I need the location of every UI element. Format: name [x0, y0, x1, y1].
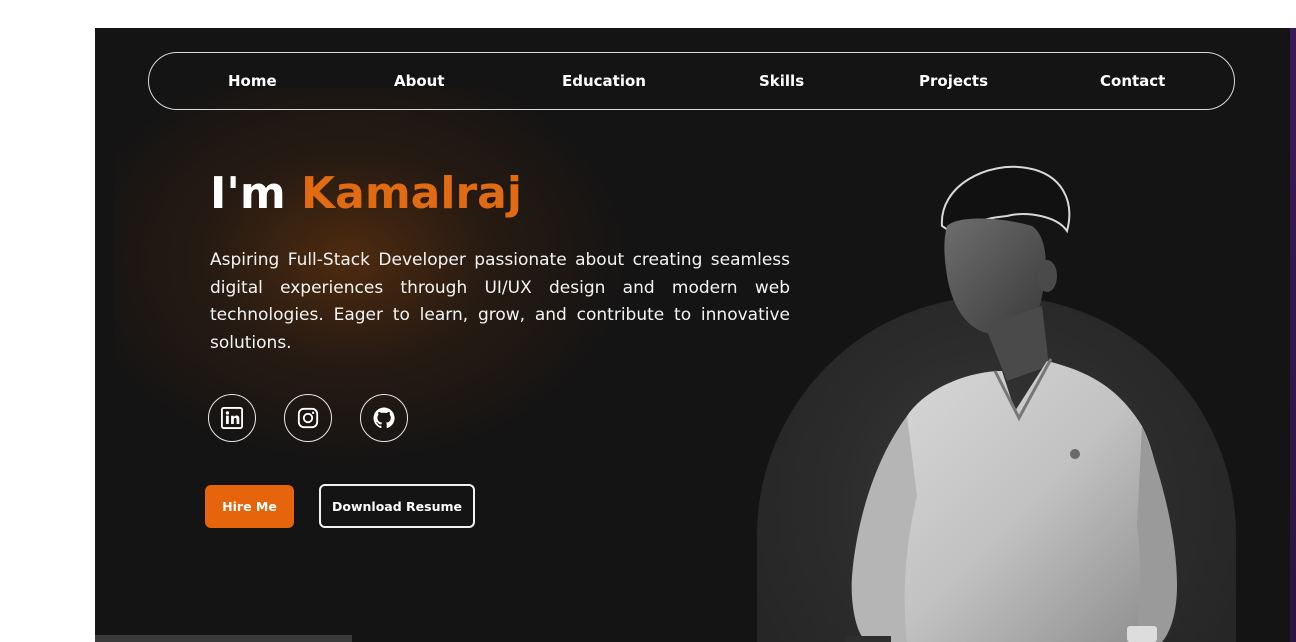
hero-name: Kamalraj	[301, 168, 522, 219]
profile-photo	[851, 165, 1177, 642]
hero-title: I'm Kamalraj	[210, 164, 522, 224]
github-icon	[373, 407, 395, 429]
nav-skills[interactable]: Skills	[759, 53, 804, 109]
window-edge	[1290, 28, 1296, 642]
github-link[interactable]	[360, 394, 408, 442]
nav-about[interactable]: About	[394, 53, 445, 109]
hero-description: Aspiring Full-Stack Developer passionate…	[210, 250, 790, 353]
instagram-link[interactable]	[284, 394, 332, 442]
taskbar-tab	[845, 636, 891, 642]
navbar: Home About Education Skills Projects Con…	[148, 52, 1235, 110]
download-resume-button[interactable]: Download Resume	[319, 484, 475, 528]
nav-projects[interactable]: Projects	[919, 53, 988, 109]
linkedin-link[interactable]	[208, 394, 256, 442]
taskbar-strip	[95, 635, 352, 642]
hire-me-button[interactable]: Hire Me	[205, 485, 294, 528]
linkedin-icon	[221, 407, 243, 429]
nav-contact[interactable]: Contact	[1100, 53, 1165, 109]
hero-greeting: I'm	[210, 168, 286, 219]
hero-section: Home About Education Skills Projects Con…	[95, 28, 1296, 642]
nav-home[interactable]: Home	[228, 53, 277, 109]
instagram-icon	[297, 407, 319, 429]
nav-education[interactable]: Education	[562, 53, 646, 109]
